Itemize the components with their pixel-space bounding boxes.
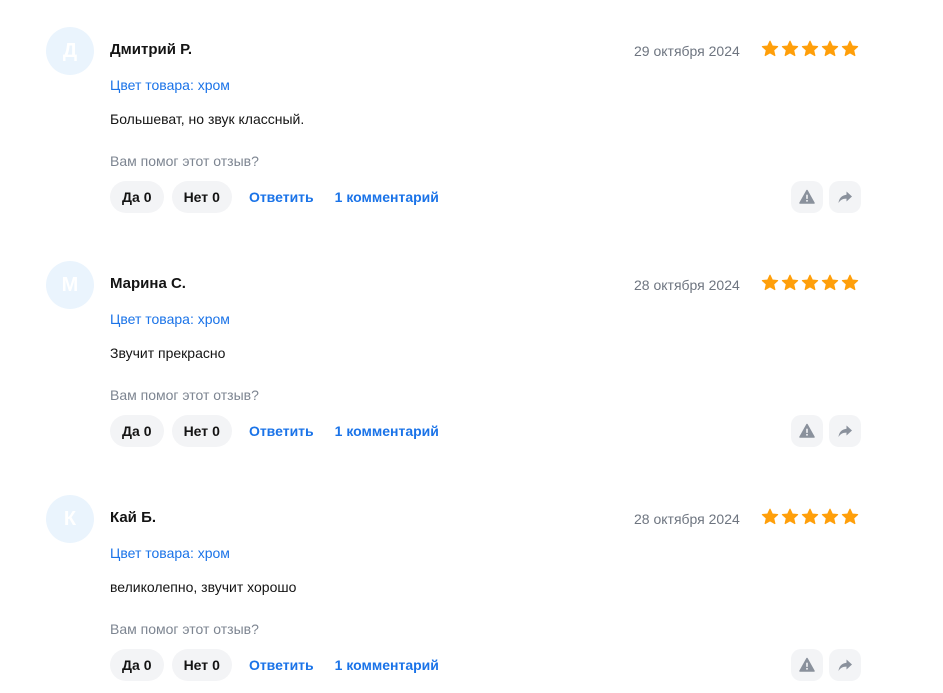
product-variant: Цвет товара: хром bbox=[110, 545, 230, 561]
helpful-yes-label: Да bbox=[122, 423, 140, 439]
helpful-yes-count: 0 bbox=[143, 189, 152, 205]
comments-link[interactable]: 1 комментарий bbox=[335, 423, 439, 439]
avatar: Д bbox=[46, 27, 94, 75]
helpful-yes-label: Да bbox=[122, 657, 140, 673]
helpful-yes-count: 0 bbox=[143, 657, 152, 673]
star-icon bbox=[801, 508, 819, 525]
star-icon bbox=[821, 40, 839, 57]
star-icon bbox=[781, 508, 799, 525]
star-icon bbox=[781, 274, 799, 291]
star-icon bbox=[841, 40, 859, 57]
star-icon bbox=[841, 508, 859, 525]
report-button[interactable] bbox=[791, 415, 823, 447]
star-icon bbox=[801, 40, 819, 57]
warning-icon bbox=[799, 657, 815, 672]
star-icon bbox=[821, 274, 839, 291]
product-variant: Цвет товара: хром bbox=[110, 77, 230, 93]
review-card: К Кай Б. 28 октября 2024 Цвет товара: хр… bbox=[0, 468, 943, 681]
review-date: 29 октября 2024 bbox=[634, 43, 740, 59]
helpful-no-label: Нет bbox=[183, 189, 209, 205]
helpful-yes-label: Да bbox=[122, 189, 140, 205]
avatar: К bbox=[46, 495, 94, 543]
star-icon bbox=[761, 274, 779, 291]
report-button[interactable] bbox=[791, 649, 823, 681]
helpful-no-count: 0 bbox=[212, 657, 220, 673]
review-actions: Да 0 Нет 0 Ответить 1 комментарий bbox=[110, 415, 451, 447]
warning-icon bbox=[799, 423, 815, 438]
avatar: М bbox=[46, 261, 94, 309]
product-variant: Цвет товара: хром bbox=[110, 311, 230, 327]
reply-link[interactable]: Ответить bbox=[249, 189, 314, 205]
comments-link[interactable]: 1 комментарий bbox=[335, 189, 439, 205]
review-actions: Да 0 Нет 0 Ответить 1 комментарий bbox=[110, 649, 451, 681]
helpful-prompt: Вам помог этот отзыв? bbox=[110, 153, 259, 169]
review-author: Кай Б. bbox=[110, 509, 157, 526]
share-arrow-icon bbox=[838, 191, 852, 203]
helpful-no-count: 0 bbox=[212, 189, 220, 205]
comments-link[interactable]: 1 комментарий bbox=[335, 657, 439, 673]
rating-stars bbox=[761, 508, 859, 528]
star-icon bbox=[761, 40, 779, 57]
helpful-no-label: Нет bbox=[183, 423, 209, 439]
helpful-yes-button[interactable]: Да 0 bbox=[110, 181, 164, 213]
review-actions: Да 0 Нет 0 Ответить 1 комментарий bbox=[110, 181, 451, 213]
helpful-no-button[interactable]: Нет 0 bbox=[171, 649, 232, 681]
report-button[interactable] bbox=[791, 181, 823, 213]
share-arrow-icon bbox=[838, 425, 852, 437]
review-date: 28 октября 2024 bbox=[634, 277, 740, 293]
helpful-no-button[interactable]: Нет 0 bbox=[171, 415, 232, 447]
star-icon bbox=[841, 274, 859, 291]
helpful-prompt: Вам помог этот отзыв? bbox=[110, 387, 259, 403]
review-text: Звучит прекрасно bbox=[110, 345, 226, 361]
review-card: М Марина С. 28 октября 2024 Цвет товара:… bbox=[0, 234, 943, 447]
star-icon bbox=[761, 508, 779, 525]
share-button[interactable] bbox=[829, 181, 861, 213]
review-date: 28 октября 2024 bbox=[634, 511, 740, 527]
helpful-yes-count: 0 bbox=[143, 423, 152, 439]
share-button[interactable] bbox=[829, 415, 861, 447]
reviews-list: Д Дмитрий Р. 29 октября 2024 Цвет товара… bbox=[0, 0, 943, 693]
review-text: Большеват, но звук классный. bbox=[110, 111, 305, 127]
star-icon bbox=[821, 508, 839, 525]
review-card: Д Дмитрий Р. 29 октября 2024 Цвет товара… bbox=[0, 0, 943, 213]
reply-link[interactable]: Ответить bbox=[249, 657, 314, 673]
helpful-no-count: 0 bbox=[212, 423, 220, 439]
warning-icon bbox=[799, 189, 815, 204]
star-icon bbox=[801, 274, 819, 291]
helpful-no-label: Нет bbox=[183, 657, 209, 673]
reply-link[interactable]: Ответить bbox=[249, 423, 314, 439]
share-button[interactable] bbox=[829, 649, 861, 681]
helpful-prompt: Вам помог этот отзыв? bbox=[110, 621, 259, 637]
helpful-yes-button[interactable]: Да 0 bbox=[110, 415, 164, 447]
review-text: великолепно, звучит хорошо bbox=[110, 579, 297, 595]
rating-stars bbox=[761, 274, 859, 294]
rating-stars bbox=[761, 40, 859, 60]
helpful-yes-button[interactable]: Да 0 bbox=[110, 649, 164, 681]
review-author: Дмитрий Р. bbox=[110, 41, 193, 58]
share-arrow-icon bbox=[838, 659, 852, 671]
review-author: Марина С. bbox=[110, 275, 186, 292]
helpful-no-button[interactable]: Нет 0 bbox=[171, 181, 232, 213]
star-icon bbox=[781, 40, 799, 57]
